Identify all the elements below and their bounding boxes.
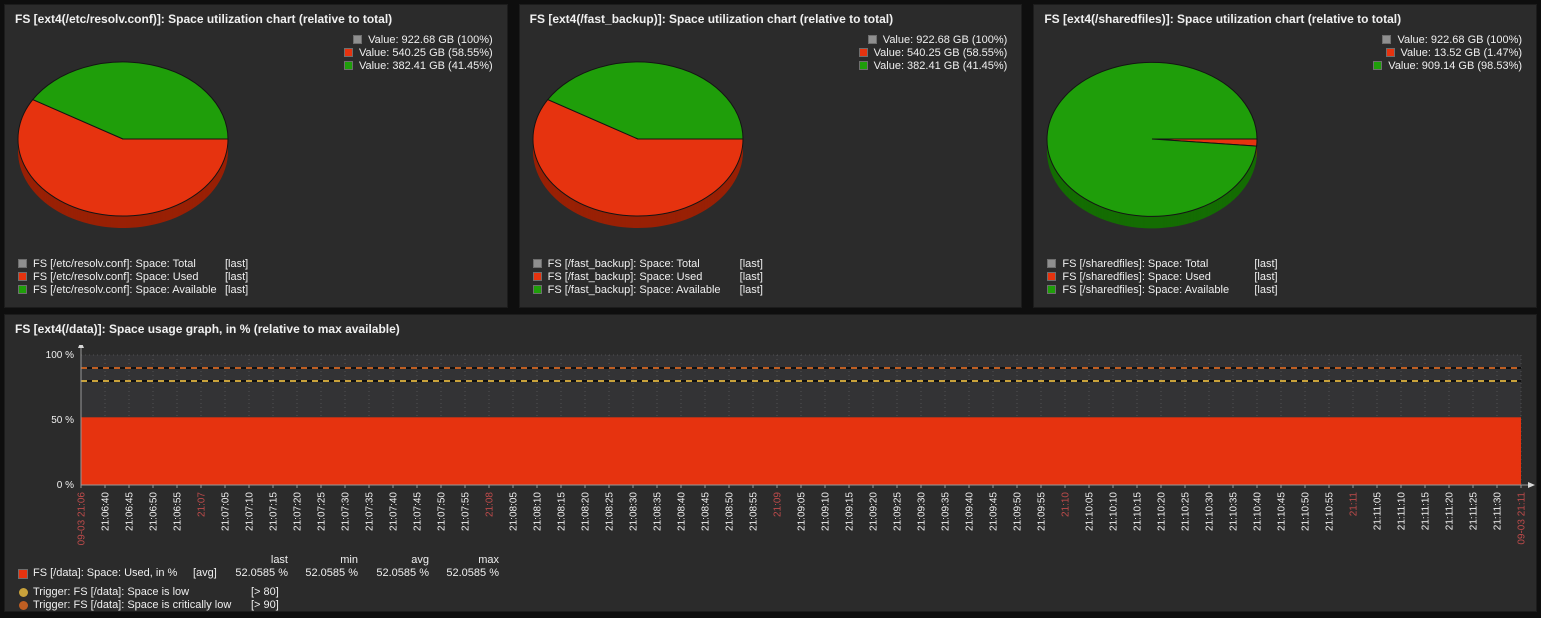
series-function: [last] xyxy=(740,258,763,270)
pie-series-legend: FS [/etc/resolv.conf]: Space: Total [last… xyxy=(18,257,248,296)
legend-color-swatch xyxy=(18,285,27,294)
value-legend-text: Value: 922.68 GB (100%) xyxy=(883,34,1008,46)
panel-title: FS [ext4(/etc/resolv.conf)]: Space utili… xyxy=(5,5,507,26)
series-legend-row: FS [/fast_backup]: Space: Available [last… xyxy=(533,283,763,296)
series-label: FS [/fast_backup]: Space: Total xyxy=(548,258,734,270)
series-label: FS [/etc/resolv.conf]: Space: Total xyxy=(33,258,219,270)
legend-color-swatch xyxy=(1047,285,1056,294)
legend-color-swatch xyxy=(1047,259,1056,268)
value-legend-row: Value: 382.41 GB (41.45%) xyxy=(859,59,1008,72)
legend-color-swatch xyxy=(533,285,542,294)
series-legend-row: FS [/fast_backup]: Space: Total [last] xyxy=(533,257,763,270)
stats-header: max xyxy=(419,554,499,566)
pie-chart[interactable] xyxy=(520,51,800,266)
legend-color-swatch xyxy=(18,272,27,281)
value-legend-text: Value: 922.68 GB (100%) xyxy=(1397,34,1522,46)
legend-color-swatch xyxy=(1386,48,1395,57)
value-legend-row: Value: 922.68 GB (100%) xyxy=(859,33,1008,46)
trigger-threshold: [> 90] xyxy=(251,599,279,611)
stats-header: last xyxy=(208,554,288,566)
series-function: [last] xyxy=(1254,258,1277,270)
legend-color-swatch xyxy=(1373,61,1382,70)
series-function: [last] xyxy=(1254,284,1277,296)
series-label: FS [/etc/resolv.conf]: Space: Used xyxy=(33,271,219,283)
series-legend-row: FS [/etc/resolv.conf]: Space: Total [last… xyxy=(18,257,248,270)
value-legend-row: Value: 13.52 GB (1.47%) xyxy=(1373,46,1522,59)
panel-title: FS [ext4(/fast_backup)]: Space utilizati… xyxy=(520,5,1022,26)
trigger-bullet xyxy=(19,588,28,597)
series-function: [last] xyxy=(225,258,248,270)
series-function: [last] xyxy=(740,271,763,283)
legend-color-swatch xyxy=(1047,272,1056,281)
series-legend-row: FS [/sharedfiles]: Space: Total [last] xyxy=(1047,257,1277,270)
legend-color-swatch xyxy=(344,61,353,70)
graph-legend: lastminavgmax FS [/data]: Space: Used, in… xyxy=(5,315,1536,611)
value-legend-text: Value: 540.25 GB (58.55%) xyxy=(874,47,1008,59)
legend-color-swatch xyxy=(868,35,877,44)
value-legend-text: Value: 540.25 GB (58.55%) xyxy=(359,47,493,59)
series-legend-row: FS [/sharedfiles]: Space: Available [last… xyxy=(1047,283,1277,296)
series-label: FS [/sharedfiles]: Space: Available xyxy=(1062,284,1248,296)
series-label: FS [/etc/resolv.conf]: Space: Available xyxy=(33,284,219,296)
series-function: [last] xyxy=(225,284,248,296)
series-function: [last] xyxy=(740,284,763,296)
legend-color-swatch xyxy=(353,35,362,44)
value-legend-row: Value: 909.14 GB (98.53%) xyxy=(1373,59,1522,72)
pie-chart[interactable] xyxy=(5,51,285,266)
value-legend-text: Value: 909.14 GB (98.53%) xyxy=(1388,60,1522,72)
series-legend-row: FS [/sharedfiles]: Space: Used [last] xyxy=(1047,270,1277,283)
value-legend-text: Value: 13.52 GB (1.47%) xyxy=(1401,47,1522,59)
value-legend-row: Value: 382.41 GB (41.45%) xyxy=(344,59,493,72)
value-legend-row: Value: 922.68 GB (100%) xyxy=(344,33,493,46)
value-legend-text: Value: 382.41 GB (41.45%) xyxy=(874,60,1008,72)
pie-panel-fast-backup: FS [ext4(/fast_backup)]: Space utilizati… xyxy=(519,4,1023,308)
value-legend-row: Value: 540.25 GB (58.55%) xyxy=(344,46,493,59)
series-legend-row: FS [/etc/resolv.conf]: Space: Available [… xyxy=(18,283,248,296)
stat-value-min: 52.0585 % xyxy=(278,567,358,579)
pie-value-legend: Value: 922.68 GB (100%)Value: 540.25 GB … xyxy=(859,33,1008,72)
space-usage-graph-panel: FS [ext4(/data)]: Space usage graph, in … xyxy=(4,314,1537,612)
pie-value-legend: Value: 922.68 GB (100%)Value: 540.25 GB … xyxy=(344,33,493,72)
legend-color-swatch xyxy=(859,48,868,57)
series-label: FS [/sharedfiles]: Space: Used xyxy=(1062,271,1248,283)
stats-header: min xyxy=(278,554,358,566)
legend-color-swatch xyxy=(344,48,353,57)
panel-title: FS [ext4(/sharedfiles)]: Space utilizati… xyxy=(1034,5,1536,26)
trigger-threshold: [> 80] xyxy=(251,586,279,598)
trigger-label: Trigger: FS [/data]: Space is low xyxy=(33,586,189,598)
series-legend-row: FS [/fast_backup]: Space: Used [last] xyxy=(533,270,763,283)
value-legend-text: Value: 382.41 GB (41.45%) xyxy=(359,60,493,72)
value-legend-row: Value: 540.25 GB (58.55%) xyxy=(859,46,1008,59)
stat-value-last: 52.0585 % xyxy=(208,567,288,579)
legend-color-swatch xyxy=(533,259,542,268)
series-function: [last] xyxy=(1254,271,1277,283)
series-function: [last] xyxy=(225,271,248,283)
legend-color-swatch xyxy=(533,272,542,281)
stat-value-avg: 52.0585 % xyxy=(349,567,429,579)
series-label: FS [/fast_backup]: Space: Used xyxy=(548,271,734,283)
series-label: FS [/fast_backup]: Space: Available xyxy=(548,284,734,296)
series-legend-row: FS [/etc/resolv.conf]: Space: Used [last] xyxy=(18,270,248,283)
pie-series-legend: FS [/fast_backup]: Space: Total[last]FS … xyxy=(533,257,763,296)
stat-value-max: 52.0585 % xyxy=(419,567,499,579)
zabbix-graphs-screen: FS [ext4(/etc/resolv.conf)]: Space utili… xyxy=(0,0,1541,618)
legend-color-swatch xyxy=(18,259,27,268)
trigger-bullet xyxy=(19,601,28,610)
stats-header: avg xyxy=(349,554,429,566)
value-legend-text: Value: 922.68 GB (100%) xyxy=(368,34,493,46)
trigger-label: Trigger: FS [/data]: Space is critically… xyxy=(33,599,231,611)
legend-color-swatch xyxy=(859,61,868,70)
legend-color-swatch xyxy=(1382,35,1391,44)
pie-panel-resolv-conf: FS [ext4(/etc/resolv.conf)]: Space utili… xyxy=(4,4,508,308)
legend-color-swatch xyxy=(18,569,28,579)
pie-series-legend: FS [/sharedfiles]: Space: Total[last]FS … xyxy=(1047,257,1277,296)
pie-panel-sharedfiles: FS [ext4(/sharedfiles)]: Space utilizati… xyxy=(1033,4,1537,308)
pie-value-legend: Value: 922.68 GB (100%)Value: 13.52 GB (… xyxy=(1373,33,1522,72)
series-label: FS [/data]: Space: Used, in % xyxy=(33,567,177,579)
value-legend-row: Value: 922.68 GB (100%) xyxy=(1373,33,1522,46)
series-label: FS [/sharedfiles]: Space: Total xyxy=(1062,258,1248,270)
pie-panels-row: FS [ext4(/etc/resolv.conf)]: Space utili… xyxy=(4,4,1537,308)
pie-chart[interactable] xyxy=(1034,51,1314,266)
